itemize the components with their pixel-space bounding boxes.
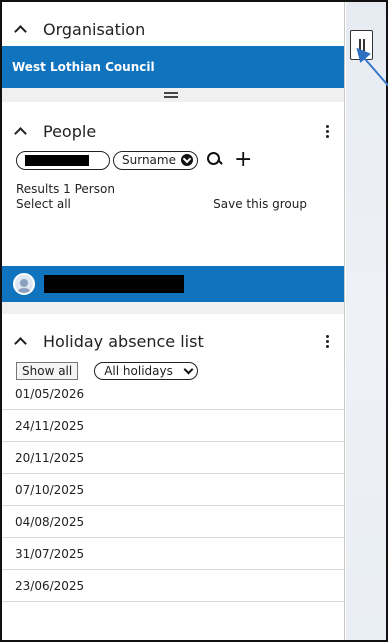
list-item[interactable]: 07/10/2025 — [2, 474, 344, 506]
drag-handle-icon[interactable] — [164, 92, 178, 100]
kebab-menu-icon[interactable] — [326, 124, 329, 138]
search-input[interactable] — [16, 150, 110, 170]
save-group-link[interactable]: Save this group — [213, 197, 307, 212]
section-gap — [2, 302, 344, 314]
search-field-value: Surname — [122, 153, 176, 167]
chevron-up-icon[interactable] — [14, 337, 27, 350]
holiday-section: Holiday absence list Show all All holida… — [2, 324, 344, 382]
date-text: 04/08/2025 — [15, 514, 85, 529]
list-item[interactable]: 04/08/2025 — [2, 506, 344, 538]
redacted-person-name — [44, 275, 184, 293]
organisation-title: Organisation — [43, 19, 146, 39]
person-row-selected[interactable] — [2, 266, 344, 302]
chevron-up-icon[interactable] — [14, 127, 27, 140]
results-actions: Select all Save this group — [2, 197, 344, 212]
people-section: People Surname + Results 1 Person Select… — [2, 114, 344, 212]
date-text: 20/11/2025 — [15, 450, 85, 465]
people-title: People — [43, 121, 97, 141]
chevron-down-icon — [183, 364, 194, 375]
people-header[interactable]: People — [2, 114, 344, 148]
results-count: Results 1 Person — [16, 182, 115, 196]
date-text: 24/11/2025 — [15, 418, 85, 433]
organisation-item-selected[interactable]: West Lothian Council — [2, 46, 344, 88]
user-avatar-icon — [13, 273, 35, 295]
holiday-date-list: 01/05/2026 24/11/2025 20/11/2025 07/10/2… — [2, 378, 344, 602]
people-search-row: Surname + — [2, 148, 344, 172]
annotation-arrow-line — [360, 54, 388, 101]
chevron-down-icon — [180, 154, 193, 166]
organisation-header[interactable]: Organisation — [2, 12, 344, 46]
redacted-text — [25, 154, 89, 166]
main-content-area — [346, 2, 388, 640]
list-item[interactable]: 20/11/2025 — [2, 442, 344, 474]
search-icon[interactable] — [206, 151, 224, 169]
list-item[interactable]: 01/05/2026 — [2, 378, 344, 410]
organisation-name: West Lothian Council — [12, 60, 155, 74]
date-text: 23/06/2025 — [15, 578, 85, 593]
list-item[interactable]: 24/11/2025 — [2, 410, 344, 442]
list-item[interactable]: 31/07/2025 — [2, 538, 344, 570]
select-all-link[interactable]: Select all — [16, 197, 71, 212]
plus-icon[interactable]: + — [234, 149, 252, 171]
left-panel: Organisation West Lothian Council People… — [2, 2, 345, 640]
search-field-select[interactable]: Surname — [113, 150, 198, 170]
list-item[interactable]: 23/06/2025 — [2, 570, 344, 602]
kebab-menu-icon[interactable] — [326, 334, 329, 348]
holiday-header[interactable]: Holiday absence list — [2, 324, 344, 358]
chevron-up-icon[interactable] — [14, 25, 27, 38]
holiday-type-value: All holidays — [104, 364, 173, 378]
date-text: 31/07/2025 — [15, 546, 85, 561]
date-text: 07/10/2025 — [15, 482, 85, 497]
date-text: 01/05/2026 — [15, 386, 85, 401]
holiday-title: Holiday absence list — [43, 331, 204, 351]
